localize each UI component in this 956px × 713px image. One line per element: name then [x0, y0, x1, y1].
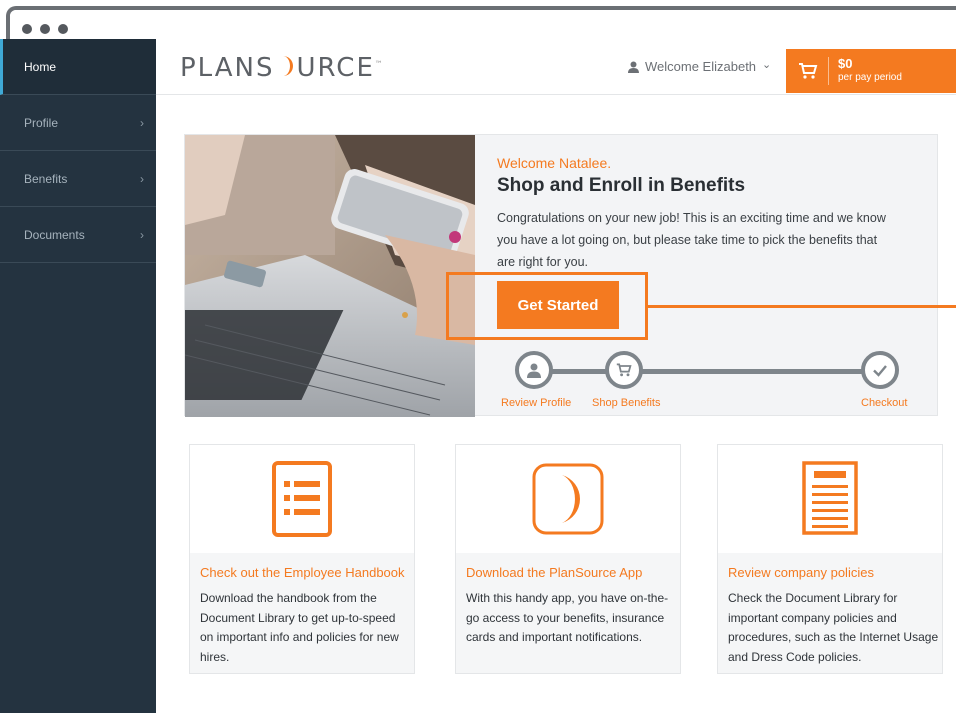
step-shop-benefits[interactable] [605, 351, 643, 389]
list-document-icon [272, 461, 332, 537]
sidebar-item-home[interactable]: Home [0, 39, 156, 95]
logo-o-icon [275, 54, 297, 78]
sidebar-item-documents[interactable]: Documents › [0, 207, 156, 263]
welcome-text: Welcome Elizabeth [645, 59, 757, 74]
sidebar-item-label: Home [24, 59, 57, 74]
card-icon-area [190, 445, 414, 553]
cart-icon [799, 63, 818, 79]
sidebar-item-label: Profile [24, 115, 59, 130]
cart-button[interactable]: $0 per pay period [786, 49, 956, 93]
cart-divider [828, 57, 829, 85]
card-employee-handbook[interactable]: Check out the Employee Handbook Download… [189, 444, 415, 674]
step-review-profile[interactable] [515, 351, 553, 389]
callout-connector [648, 305, 956, 308]
sidebar-item-profile[interactable]: Profile › [0, 95, 156, 151]
check-icon [873, 365, 887, 377]
app-logo-icon [532, 463, 604, 535]
plansource-logo[interactable]: PLANS URCE™ [180, 53, 385, 83]
chevron-right-icon: › [140, 171, 144, 186]
cart-period: per pay period [838, 72, 902, 83]
card-icon-area [718, 445, 942, 553]
step-checkout[interactable] [861, 351, 899, 389]
step-label[interactable]: Review Profile [501, 397, 571, 409]
card-company-policies[interactable]: Review company policies Check the Docume… [717, 444, 943, 674]
hero-title: Shop and Enroll in Benefits [497, 175, 746, 196]
window-dot-icon[interactable] [22, 24, 32, 34]
hero-greeting: Welcome Natalee. [497, 155, 612, 171]
sidebar-item-label: Documents [24, 227, 85, 242]
card-text: With this handy app, you have on-the-go … [466, 591, 669, 644]
user-icon [628, 61, 639, 73]
user-menu[interactable]: Welcome Elizabeth ⌄ [628, 59, 771, 74]
logo-text: URCE [296, 53, 375, 83]
chevron-right-icon: › [140, 227, 144, 242]
get-started-button[interactable]: Get Started [497, 281, 619, 329]
chevron-right-icon: › [140, 115, 144, 130]
sidebar-nav: Home Profile › Benefits › Documents › [0, 39, 156, 713]
hero-image [185, 135, 475, 417]
sidebar-item-label: Benefits [24, 171, 68, 186]
card-text: Check the Document Library for important… [728, 591, 939, 664]
cart-amount: $0 [838, 56, 853, 71]
hero-panel: Welcome Natalee. Shop and Enroll in Bene… [184, 134, 938, 417]
window-dot-icon[interactable] [40, 24, 50, 34]
sidebar-item-benefits[interactable]: Benefits › [0, 151, 156, 207]
card-title[interactable]: Download the PlanSource App [466, 565, 642, 580]
card-text: Download the handbook from the Document … [200, 591, 399, 664]
card-plansource-app[interactable]: Download the PlanSource App With this ha… [455, 444, 681, 674]
chevron-down-icon: ⌄ [762, 59, 772, 71]
logo-text: PLANS [180, 53, 275, 83]
progress-track [525, 369, 865, 374]
card-title[interactable]: Check out the Employee Handbook [200, 565, 405, 580]
hero-description: Congratulations on your new job! This is… [497, 211, 886, 269]
card-icon-area [456, 445, 680, 553]
policy-document-icon [802, 461, 858, 535]
card-title[interactable]: Review company policies [728, 565, 874, 580]
step-label[interactable]: Shop Benefits [592, 397, 661, 409]
top-header: PLANS URCE™ Welcome Elizabeth ⌄ $0 per pa… [156, 39, 956, 95]
step-label[interactable]: Checkout [861, 397, 907, 409]
cart-icon [616, 363, 632, 377]
window-dot-icon[interactable] [58, 24, 68, 34]
user-icon [527, 363, 541, 378]
